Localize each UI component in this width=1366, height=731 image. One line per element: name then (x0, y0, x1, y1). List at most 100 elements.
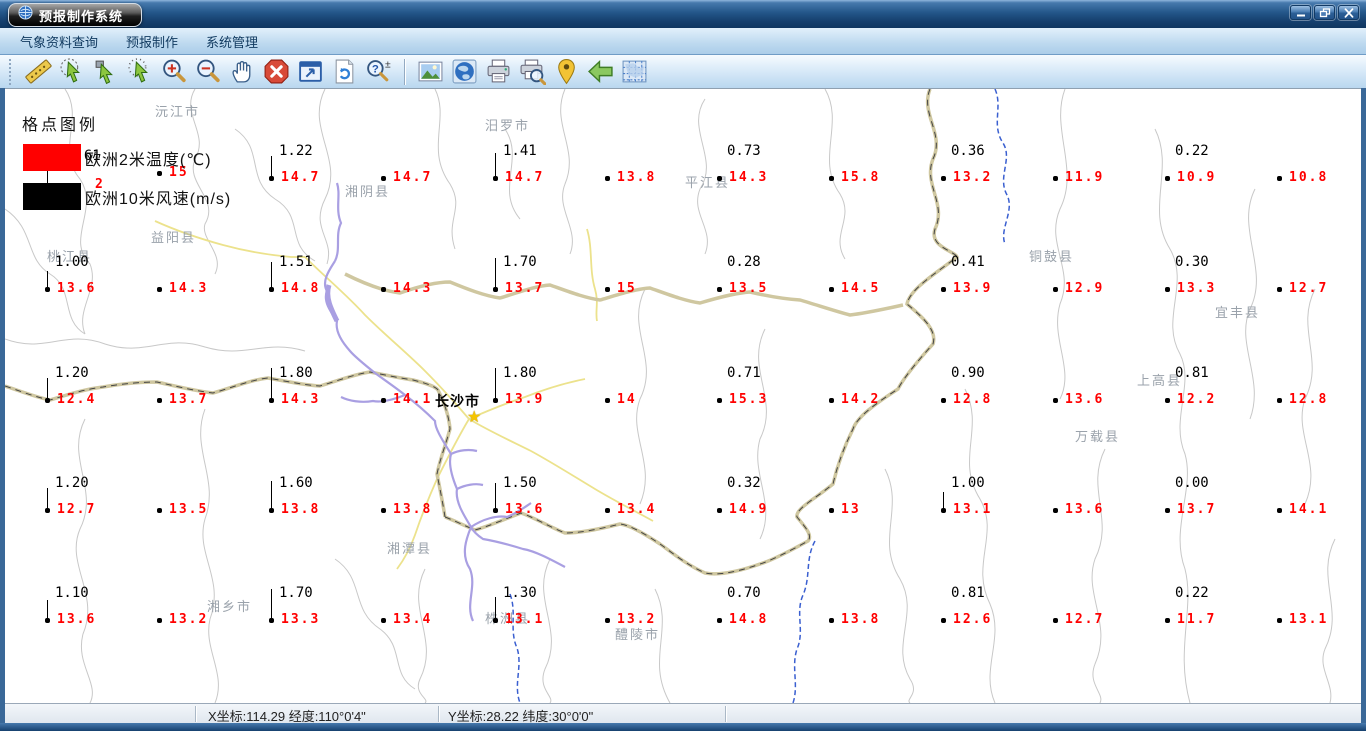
temperature-value: 13.9 (505, 392, 545, 407)
wind-speed-value: 0.71 (727, 365, 761, 381)
wind-barb (46, 271, 48, 289)
grid-point-dot (1277, 287, 1282, 292)
temperature-value: 13.1 (505, 612, 545, 627)
grid-point-dot (717, 176, 722, 181)
export-image-button[interactable] (416, 57, 446, 87)
grid-point-dot (1165, 508, 1170, 513)
menu-item-预报制作[interactable]: 预报制作 (112, 29, 192, 54)
refresh-icon (331, 58, 359, 85)
wind-barb (270, 156, 272, 178)
wind-barb (270, 481, 272, 510)
grid-point-dot (717, 618, 722, 623)
temperature-value: 12.7 (1065, 612, 1105, 627)
toolbar: ? ± (0, 55, 1366, 90)
wind-speed-value: 0.00 (1175, 475, 1209, 491)
temperature-value: 14.7 (281, 170, 321, 185)
measure-button[interactable] (24, 57, 54, 87)
grid-point-dot (157, 398, 162, 403)
temperature-value: 13.5 (169, 502, 209, 517)
deselect-circle-button[interactable] (126, 57, 156, 87)
menu-bar: 气象资料查询 预报制作 系统管理 (0, 28, 1366, 55)
select-circle-icon (59, 58, 87, 85)
status-divider (438, 706, 440, 722)
grid-point-dot (1277, 508, 1282, 513)
app-title-tab[interactable]: 预报制作系统 (8, 3, 143, 27)
wind-speed-value: 1.22 (279, 143, 313, 159)
wind-speed-value: 0.90 (951, 365, 985, 381)
full-extent-button[interactable] (296, 57, 326, 87)
menu-item-系统管理[interactable]: 系统管理 (192, 29, 272, 54)
place-label: 益阳县 (151, 230, 197, 245)
full-extent-icon (297, 58, 325, 85)
map-pin-button[interactable] (552, 57, 582, 87)
zoom-in-button[interactable] (160, 57, 190, 87)
menu-item-气象资料查询[interactable]: 气象资料查询 (6, 29, 112, 54)
refresh-button[interactable] (330, 57, 360, 87)
status-divider (195, 706, 197, 722)
legend-item: 欧洲10米风速(m/s) (15, 183, 231, 210)
temperature-value: 15.8 (841, 170, 881, 185)
wind-speed-value: 0.36 (951, 143, 985, 159)
temperature-value: 12.9 (1065, 281, 1105, 296)
print-preview-button[interactable] (518, 57, 548, 87)
grid-point-dot (157, 618, 162, 623)
print-icon (485, 58, 513, 85)
temperature-value: 13.3 (1177, 281, 1217, 296)
zoom-in-icon (161, 58, 189, 85)
temperature-value: 15 (617, 281, 637, 296)
temperature-value: 13.7 (1177, 502, 1217, 517)
globe-tool-button[interactable] (450, 57, 480, 87)
grid-point-dot (1053, 287, 1058, 292)
map-canvas[interactable]: 沅江市 汨罗市 湘阴县 平江县 益阳县 桃江县 铜鼓县 宜丰县 上高县 万载县 长沙市 湘潭县 湘乡市株… (5, 88, 1361, 704)
grid-point-dot (829, 398, 834, 403)
grid-point-dot (829, 618, 834, 623)
print-preview-icon (519, 58, 547, 85)
identify-button[interactable]: ? ± (364, 57, 394, 87)
temperature-value: 14.9 (729, 502, 769, 517)
zoom-out-button[interactable] (194, 57, 224, 87)
grid-point-dot (829, 508, 834, 513)
grid-point-dot (1277, 618, 1282, 623)
place-label: 湘潭县 (387, 541, 433, 556)
cancel-icon (263, 58, 291, 85)
wind-speed-value: 1.80 (503, 365, 537, 381)
select-circle-button[interactable] (58, 57, 88, 87)
pan-button[interactable] (228, 57, 258, 87)
temperature-value: 13.5 (729, 281, 769, 296)
wind-barb (270, 589, 272, 620)
toolbar-drag-handle[interactable] (9, 58, 15, 85)
legend-swatch (23, 144, 81, 171)
restore-button[interactable] (1314, 5, 1335, 20)
place-label: 万载县 (1075, 429, 1121, 444)
grid-select-button[interactable] (620, 57, 650, 87)
grid-point-dot (381, 398, 386, 403)
wind-speed-value: 1.50 (503, 475, 537, 491)
print-button[interactable] (484, 57, 514, 87)
close-button[interactable] (1338, 5, 1359, 20)
select-arrow-button[interactable] (92, 57, 122, 87)
grid-point-dot (1165, 287, 1170, 292)
wind-speed-value: 1.41 (503, 143, 537, 159)
wind-speed-value: 0.70 (727, 585, 761, 601)
wind-barb (942, 492, 944, 510)
wind-speed-value: 1.70 (279, 585, 313, 601)
cancel-button[interactable] (262, 57, 292, 87)
svg-text:±: ± (385, 59, 391, 70)
temperature-value: 13.6 (1065, 392, 1105, 407)
wind-barb (46, 600, 48, 620)
window-controls (1290, 5, 1359, 20)
wind-speed-value: 1.51 (279, 254, 313, 270)
legend-label: 欧洲2米温度(℃) (85, 152, 212, 169)
window-frame-left (0, 88, 5, 723)
temperature-value: 13.9 (953, 281, 993, 296)
pan-icon (229, 58, 257, 85)
minimize-button[interactable] (1290, 5, 1311, 20)
wind-barb (494, 258, 496, 289)
wind-barb (46, 488, 48, 510)
zoom-out-icon (195, 58, 223, 85)
back-button[interactable] (586, 57, 616, 87)
wind-barb (494, 153, 496, 178)
wind-speed-value: 1.70 (503, 254, 537, 270)
wind-speed-value: 0.22 (1175, 143, 1209, 159)
app-title: 预报制作系统 (39, 8, 124, 24)
